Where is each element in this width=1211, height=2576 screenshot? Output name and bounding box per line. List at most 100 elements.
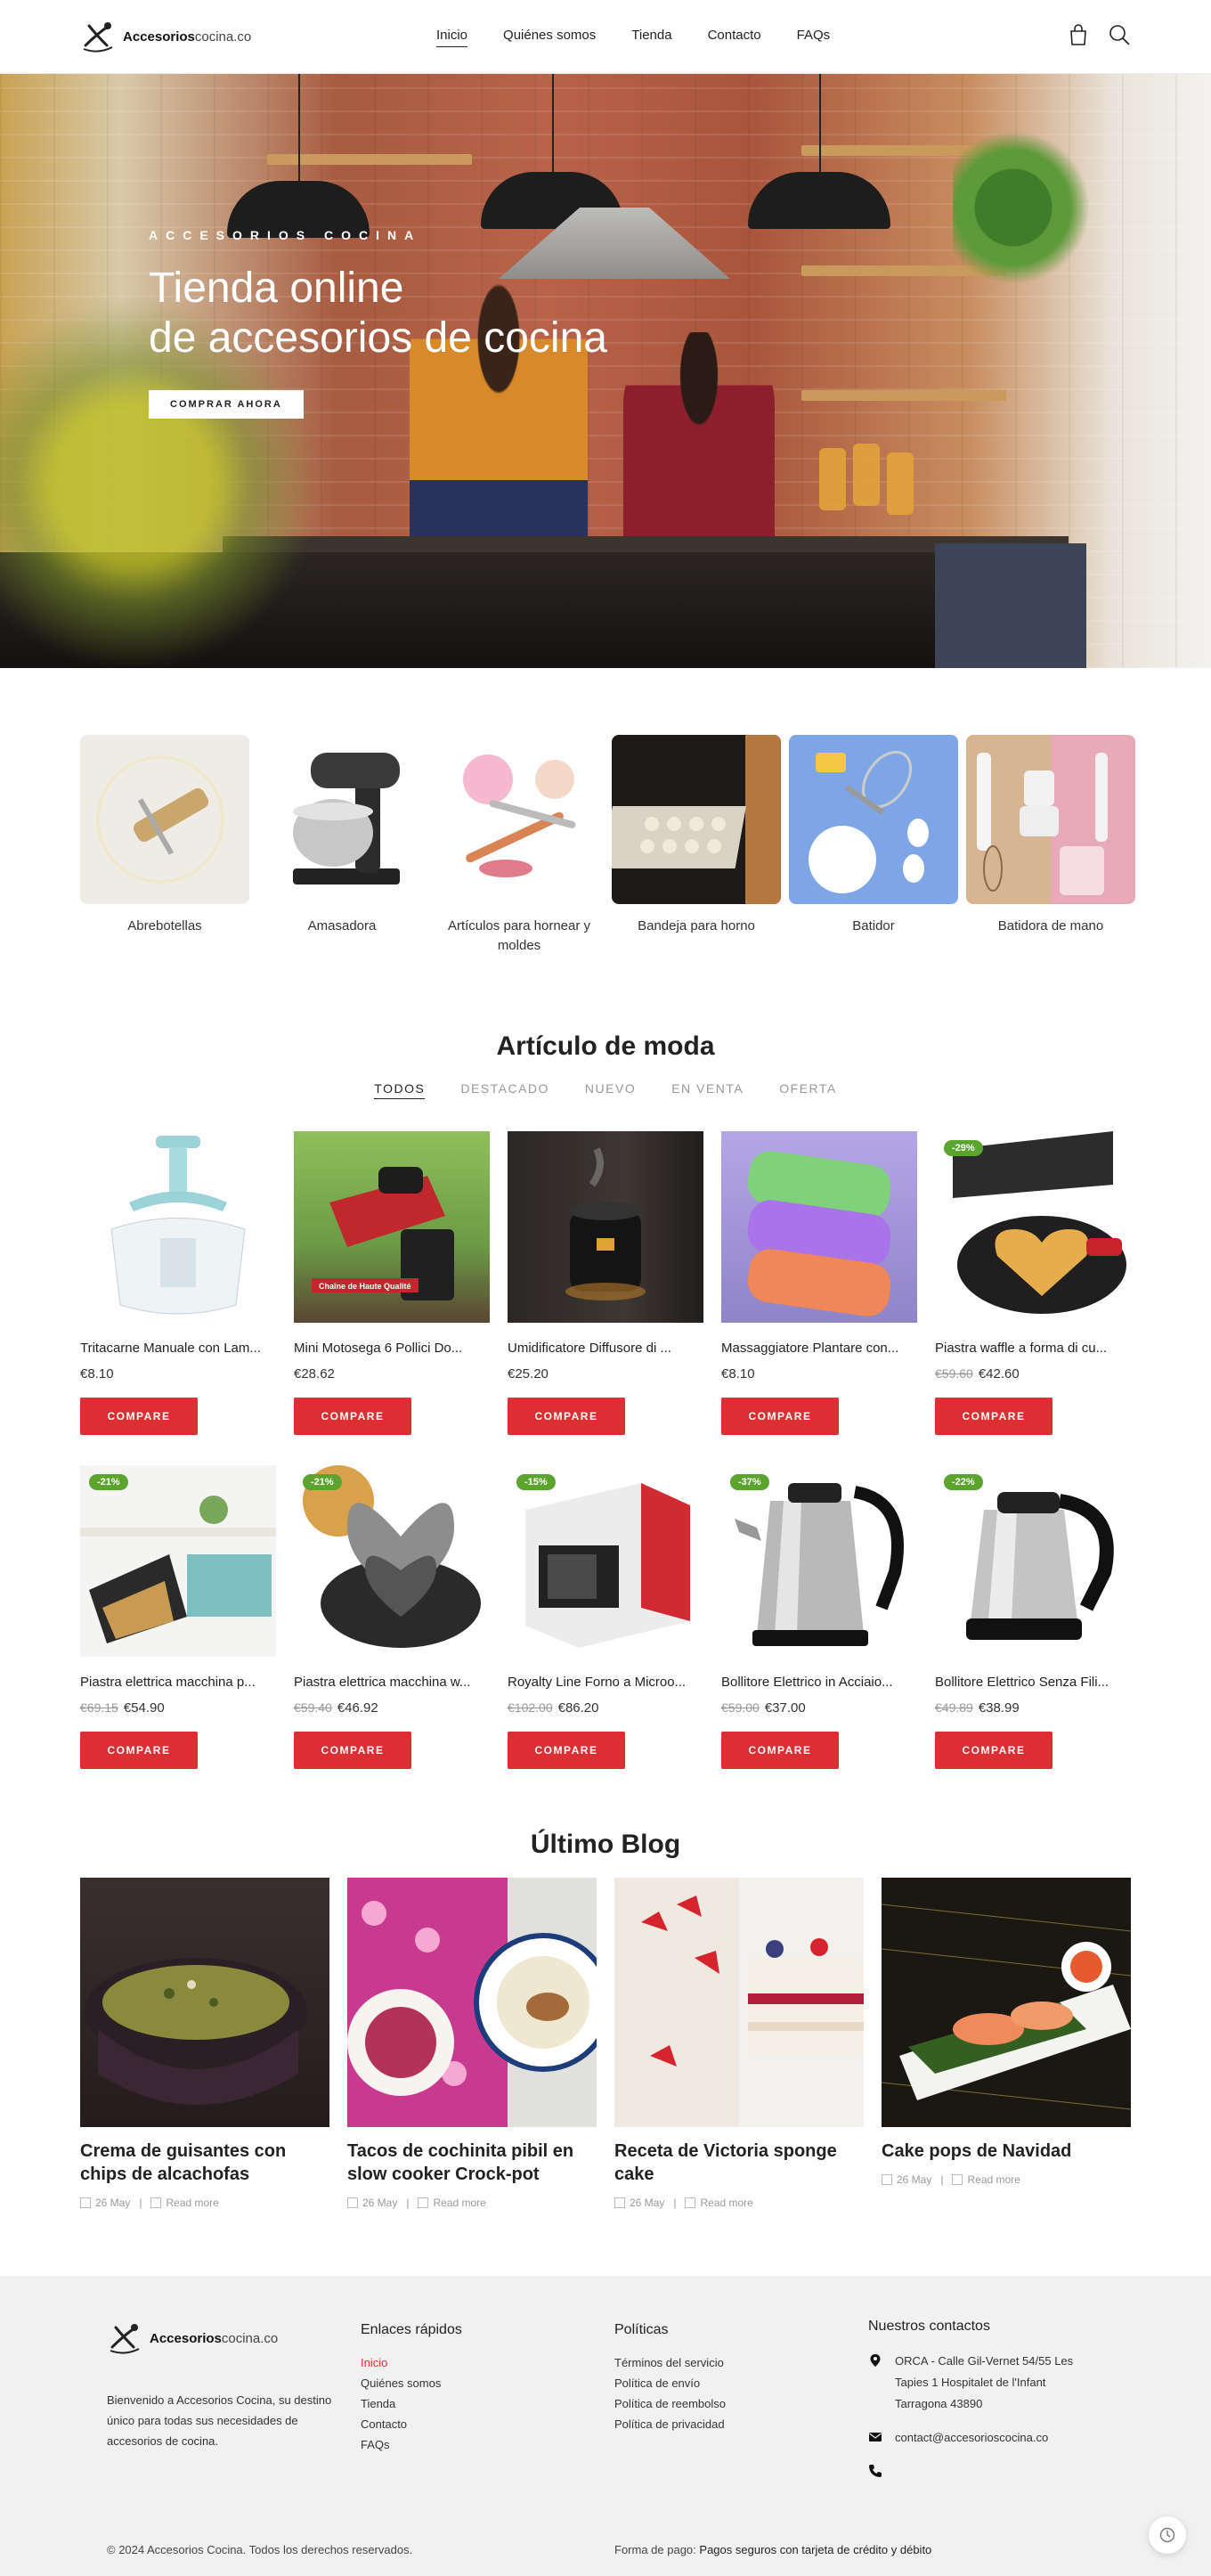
product-image[interactable]: Chaîne de Haute Qualité: [294, 1131, 490, 1323]
footer-policies: Políticas Términos del servicio Política…: [614, 2322, 726, 2434]
category-label[interactable]: Abrebotellas: [80, 917, 249, 936]
product-image[interactable]: -15%: [508, 1465, 703, 1657]
compare-button[interactable]: COMPARE: [721, 1398, 839, 1435]
floating-history-button[interactable]: [1149, 2516, 1186, 2554]
category-label[interactable]: Bandeja para horno: [612, 917, 781, 936]
compare-button[interactable]: COMPARE: [294, 1732, 411, 1769]
read-more-link[interactable]: Read more: [418, 2197, 486, 2209]
read-more-link[interactable]: Read more: [952, 2173, 1020, 2186]
read-more-text[interactable]: Read more: [967, 2173, 1020, 2186]
blog-post-image[interactable]: [614, 1878, 864, 2127]
tab-en-venta[interactable]: EN VENTA: [671, 1081, 744, 1099]
category-image-bandeja[interactable]: [612, 735, 781, 904]
blog-post-title[interactable]: Crema de guisantes con chips de alcachof…: [80, 2140, 329, 2186]
tab-nuevo[interactable]: NUEVO: [585, 1081, 636, 1099]
nav-item-quienes-somos[interactable]: Quiénes somos: [503, 28, 596, 46]
current-price: €8.10: [80, 1366, 114, 1382]
product-name[interactable]: Bollitore Elettrico Senza Fili...: [935, 1675, 1131, 1690]
footer-link-reembolso[interactable]: Política de reembolso: [614, 2393, 726, 2414]
category-item[interactable]: Batidora de mano: [966, 735, 1135, 956]
footer-logo[interactable]: Accesorioscocina.co: [107, 2320, 278, 2356]
product-name[interactable]: Mini Motosega 6 Pollici Do...: [294, 1341, 490, 1356]
read-more-link[interactable]: Read more: [685, 2197, 753, 2209]
product-image[interactable]: -29%: [935, 1131, 1131, 1323]
product-name[interactable]: Piastra elettrica macchina p...: [80, 1675, 276, 1690]
category-image-abrebotellas[interactable]: [80, 735, 249, 904]
calendar-icon: [80, 2197, 91, 2208]
product-image[interactable]: -21%: [294, 1465, 490, 1657]
product-image[interactable]: -37%: [721, 1465, 917, 1657]
category-label[interactable]: Batidor: [789, 917, 958, 936]
category-image-batidor[interactable]: [789, 735, 958, 904]
category-item[interactable]: Abrebotellas: [80, 735, 249, 956]
nav-item-contacto[interactable]: Contacto: [708, 28, 761, 46]
nav-item-inicio[interactable]: Inicio: [436, 28, 468, 47]
compare-button[interactable]: COMPARE: [721, 1732, 839, 1769]
product-name[interactable]: Piastra waffle a forma di cu...: [935, 1341, 1131, 1356]
category-image-amasadora[interactable]: [257, 735, 427, 904]
current-price: €54.90: [123, 1700, 165, 1716]
product-image[interactable]: -21%: [80, 1465, 276, 1657]
blog-post-image[interactable]: [882, 1878, 1131, 2127]
footer-link-envio[interactable]: Política de envío: [614, 2373, 726, 2393]
compare-button[interactable]: COMPARE: [935, 1398, 1053, 1435]
read-more-link[interactable]: Read more: [150, 2197, 219, 2209]
category-label[interactable]: Artículos para hornear y moldes: [435, 917, 604, 956]
category-label[interactable]: Amasadora: [257, 917, 427, 936]
footer-link-faqs[interactable]: FAQs: [361, 2434, 462, 2455]
blog-post-image[interactable]: [347, 1878, 597, 2127]
tab-oferta[interactable]: OFERTA: [779, 1081, 837, 1099]
category-image-hornear[interactable]: [435, 735, 604, 904]
search-icon[interactable]: [1108, 23, 1131, 46]
product-image[interactable]: [80, 1131, 276, 1323]
compare-button[interactable]: COMPARE: [935, 1732, 1053, 1769]
category-item[interactable]: Bandeja para horno: [612, 735, 781, 956]
product-name[interactable]: Tritacarne Manuale con Lam...: [80, 1341, 276, 1356]
blog-post-image[interactable]: [80, 1878, 329, 2127]
product-name[interactable]: Royalty Line Forno a Microo...: [508, 1675, 703, 1690]
product-name[interactable]: Bollitore Elettrico in Acciaio...: [721, 1675, 917, 1690]
read-more-text[interactable]: Read more: [433, 2197, 485, 2209]
shop-now-button[interactable]: COMPRAR AHORA: [149, 390, 304, 419]
contact-address: ORCA - Calle Gil-Vernet 54/55 Les Tapies…: [895, 2354, 1074, 2410]
compare-button[interactable]: COMPARE: [508, 1732, 625, 1769]
nav-item-tienda[interactable]: Tienda: [631, 28, 671, 46]
nav-item-faqs[interactable]: FAQs: [797, 28, 831, 46]
blog-post-title[interactable]: Receta de Victoria sponge cake: [614, 2140, 864, 2186]
bag-icon[interactable]: [1067, 23, 1090, 46]
category-image-batidora-mano[interactable]: [966, 735, 1135, 904]
product-image[interactable]: [508, 1131, 703, 1323]
footer-contact: Nuestros contactos ORCA - Calle Gil-Vern…: [868, 2319, 1100, 2490]
product-name[interactable]: Piastra elettrica macchina w...: [294, 1675, 490, 1690]
footer-link-privacidad[interactable]: Política de privacidad: [614, 2414, 726, 2434]
footer-link-terminos[interactable]: Términos del servicio: [614, 2352, 726, 2373]
read-more-text[interactable]: Read more: [700, 2197, 752, 2209]
category-item[interactable]: Amasadora: [257, 735, 427, 956]
current-price: €37.00: [764, 1700, 806, 1716]
compare-button[interactable]: COMPARE: [80, 1732, 198, 1769]
compare-button[interactable]: COMPARE: [294, 1398, 411, 1435]
compare-button[interactable]: COMPARE: [508, 1398, 625, 1435]
read-more-text[interactable]: Read more: [166, 2197, 218, 2209]
product-name[interactable]: Umidificatore Diffusore di ...: [508, 1341, 703, 1356]
footer-quick-links: Enlaces rápidos Inicio Quiénes somos Tie…: [361, 2322, 462, 2455]
footer-link-inicio[interactable]: Inicio: [361, 2352, 462, 2373]
footer-link-quienes-somos[interactable]: Quiénes somos: [361, 2373, 462, 2393]
site-logo[interactable]: Accesorioscocina.co: [80, 16, 251, 57]
logo-utensils-icon: [110, 2324, 140, 2354]
category-item[interactable]: Artículos para hornear y moldes: [435, 735, 604, 956]
blog-post-title[interactable]: Cake pops de Navidad: [882, 2140, 1131, 2163]
category-item[interactable]: Batidor: [789, 735, 958, 956]
tab-todos[interactable]: TODOS: [374, 1081, 426, 1099]
product-image[interactable]: -22%: [935, 1465, 1131, 1657]
footer-link-contacto[interactable]: Contacto: [361, 2414, 462, 2434]
contact-email[interactable]: contact@accesorioscocina.co: [895, 2427, 1048, 2449]
product-name[interactable]: Massaggiatore Plantare con...: [721, 1341, 917, 1356]
compare-button[interactable]: COMPARE: [80, 1398, 198, 1435]
blog-post: Cake pops de Navidad 26 May | Read more: [882, 1878, 1131, 2209]
tab-destacado[interactable]: DESTACADO: [460, 1081, 549, 1099]
footer-link-tienda[interactable]: Tienda: [361, 2393, 462, 2414]
category-label[interactable]: Batidora de mano: [966, 917, 1135, 936]
product-image[interactable]: [721, 1131, 917, 1323]
blog-post-title[interactable]: Tacos de cochinita pibil en slow cooker …: [347, 2140, 597, 2186]
